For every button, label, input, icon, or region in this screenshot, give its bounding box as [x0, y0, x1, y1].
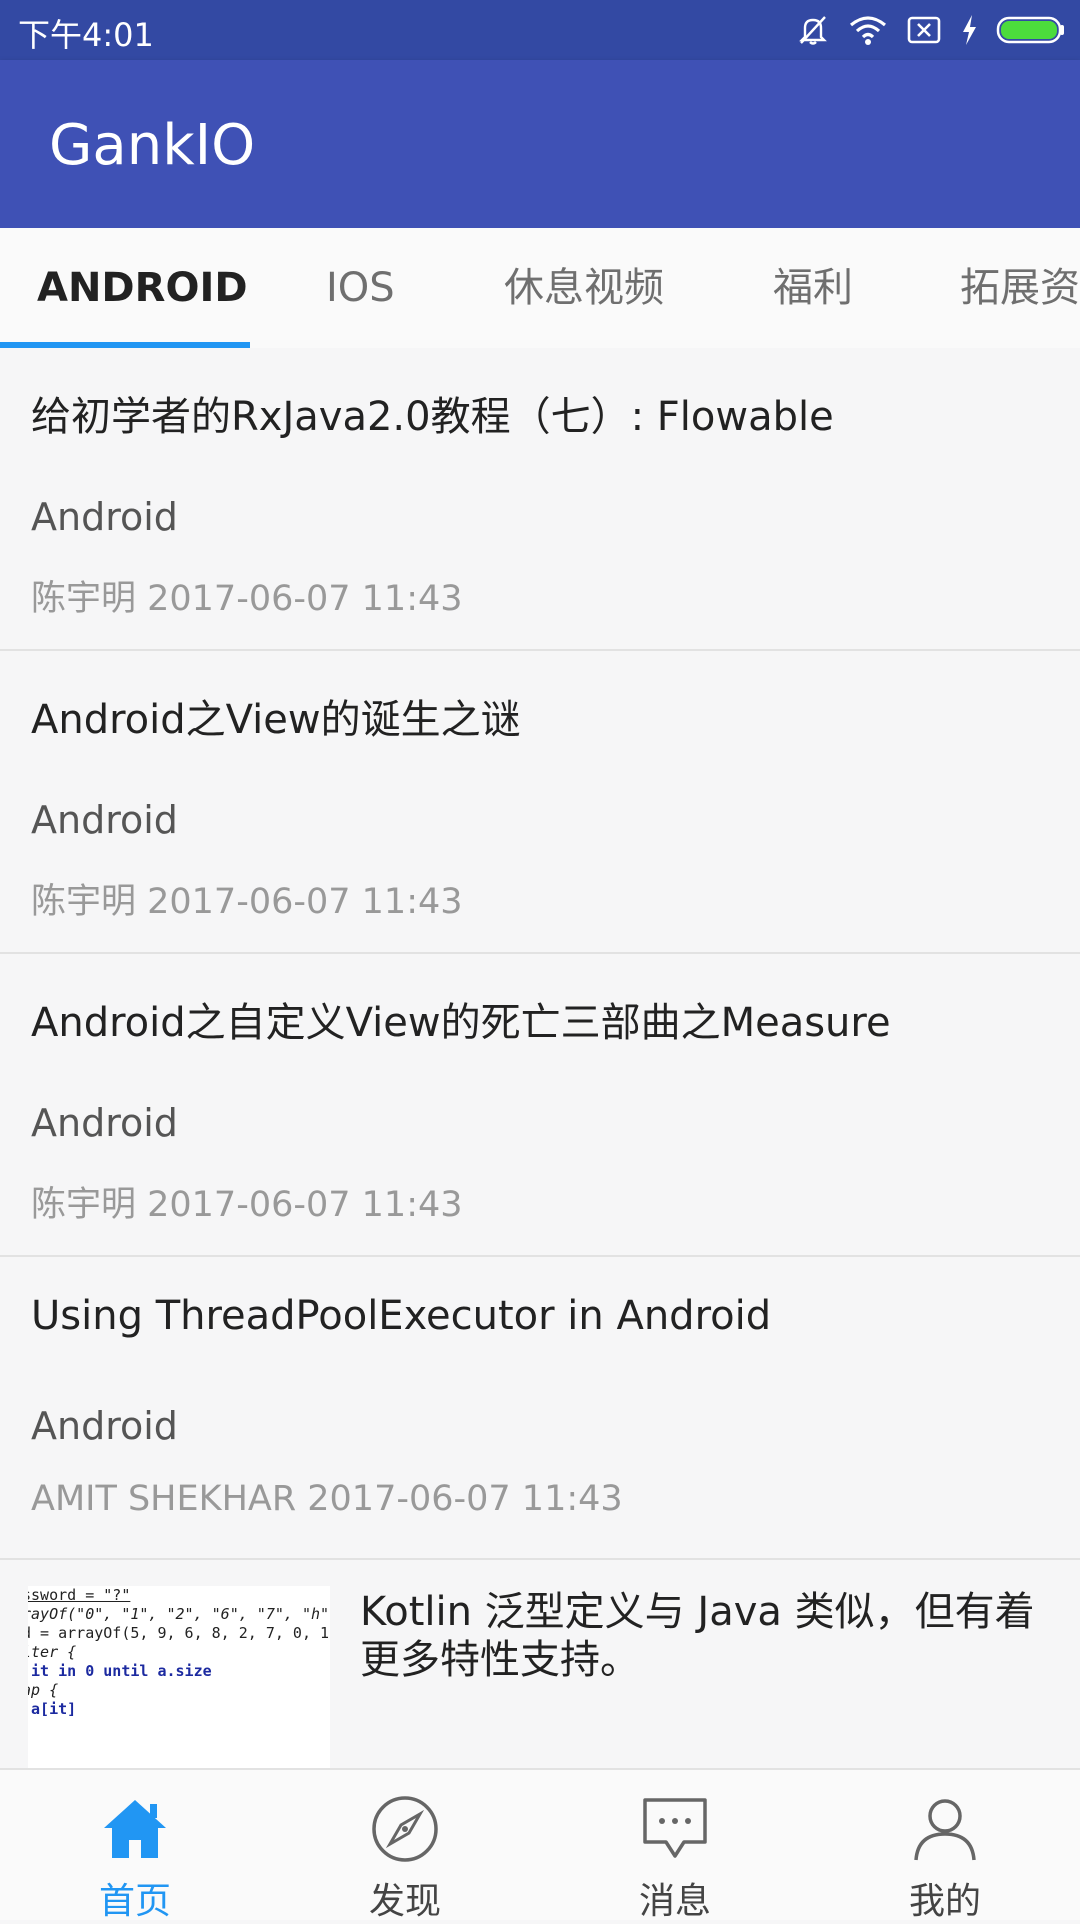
tab-android[interactable]: ANDROID: [37, 228, 248, 348]
article-type: Android: [31, 1101, 178, 1145]
person-icon: [914, 1799, 976, 1861]
tab-rest-video[interactable]: 休息视频: [504, 228, 664, 348]
status-icons: [796, 12, 1066, 48]
code-thumbnail: ssword = "?" rayOf("0", "1", "2", "6", "…: [28, 1586, 330, 1768]
article-meta: 陈宇明 2017-06-07 11:43: [31, 1185, 463, 1225]
code-line: ssword = "?": [28, 1586, 330, 1605]
code-token: ssword = "?": [28, 1586, 131, 1604]
tab-ios[interactable]: IOS: [326, 228, 395, 348]
nav-discover[interactable]: 发现: [270, 1770, 540, 1922]
list-item[interactable]: Using ThreadPoolExecutor in Android Andr…: [0, 1257, 1080, 1560]
list-item[interactable]: Android之自定义View的死亡三部曲之Measure Android 陈宇…: [0, 954, 1080, 1257]
article-summary: Kotlin 泛型定义与 Java 类似，但有着更多特性支持。: [360, 1589, 1035, 1683]
image-list-item[interactable]: ssword = "?" rayOf("0", "1", "2", "6", "…: [0, 1560, 1080, 1768]
app-bar: GankIO: [0, 60, 1080, 228]
status-time: 下午4:01: [18, 16, 154, 54]
list-item[interactable]: 给初学者的RxJava2.0教程（七）: Flowable Android 陈宇…: [0, 348, 1080, 651]
category-tabs: ANDROID IOS 休息视频 福利 拓展资源: [0, 228, 1080, 349]
charging-icon: [963, 15, 976, 45]
code-line: lter {: [28, 1643, 77, 1661]
status-bar: 下午4:01: [0, 0, 1080, 60]
home-icon: [104, 1800, 166, 1858]
article-title: Android之View的诞生之谜: [31, 697, 521, 743]
code-line: ap {: [28, 1681, 59, 1699]
article-list: 给初学者的RxJava2.0教程（七）: Flowable Android 陈宇…: [0, 348, 1080, 1768]
article-meta: 陈宇明 2017-06-07 11:43: [31, 579, 463, 619]
nav-messages-label: 消息: [638, 1881, 711, 1922]
article-type: Android: [31, 798, 178, 842]
code-line: d = arrayOf(5, 9, 6, 8, 2, 7, 0, 1: [28, 1624, 330, 1642]
nav-home[interactable]: 首页: [0, 1770, 270, 1922]
article-meta: 陈宇明 2017-06-07 11:43: [31, 882, 463, 922]
article-title: 给初学者的RxJava2.0教程（七）: Flowable: [31, 394, 834, 440]
article-type: Android: [31, 495, 178, 539]
battery-icon: [996, 16, 1064, 44]
code-line: a[it]: [31, 1700, 77, 1718]
article-type: Android: [31, 1404, 178, 1448]
message-icon: [643, 1798, 707, 1858]
article-meta: AMIT SHEKHAR 2017-06-07 11:43: [31, 1479, 623, 1519]
app-title: GankIO: [49, 113, 256, 178]
nav-me[interactable]: 我的: [810, 1770, 1080, 1922]
article-title: Using ThreadPoolExecutor in Android: [31, 1293, 772, 1339]
no-sim-icon: [907, 16, 941, 44]
bottom-navigation: 首页 发现 消息 我的: [0, 1768, 1080, 1922]
list-item[interactable]: Android之View的诞生之谜 Android 陈宇明 2017-06-07…: [0, 651, 1080, 954]
nav-discover-label: 发现: [368, 1881, 441, 1922]
nav-me-label: 我的: [908, 1881, 981, 1922]
code-line: rayOf("0", "1", "2", "6", "7", "h",: [28, 1605, 330, 1623]
nav-home-label: 首页: [98, 1881, 171, 1922]
bell-off-icon: [799, 16, 827, 45]
article-title: Android之自定义View的死亡三部曲之Measure: [31, 1000, 891, 1046]
tab-welfare[interactable]: 福利: [773, 228, 853, 348]
code-line: it in 0 until a.size: [28, 1662, 212, 1680]
compass-icon: [372, 1796, 438, 1862]
tab-extended-resources[interactable]: 拓展资源: [960, 228, 1080, 348]
wifi-icon: [849, 16, 887, 45]
nav-messages[interactable]: 消息: [540, 1770, 810, 1922]
